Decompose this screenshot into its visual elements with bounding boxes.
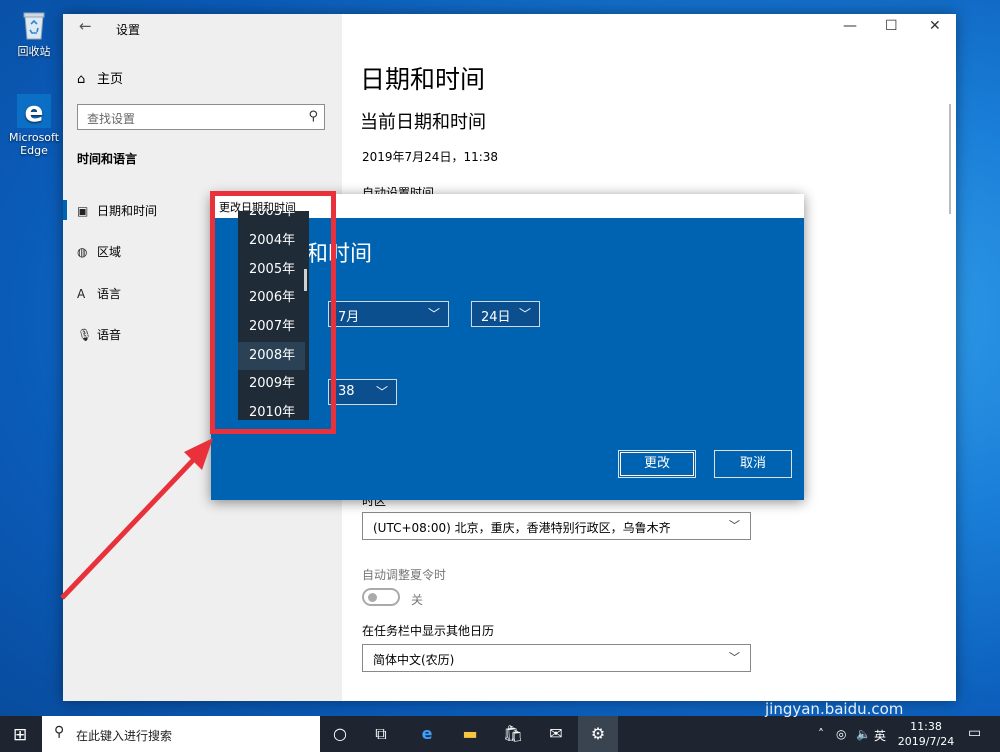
taskbar-clock[interactable]: 11:38 2019/7/24	[890, 719, 962, 749]
month-select[interactable]: 7月 ﹀	[328, 301, 449, 327]
task-view-icon[interactable]: ⧉	[366, 722, 396, 746]
window-title: 设置	[116, 23, 141, 37]
gear-icon: ⚙	[590, 724, 606, 743]
edge-icon[interactable]: e	[412, 722, 442, 746]
volume-icon[interactable]: 🔈	[856, 727, 871, 741]
search-placeholder: 查找设置	[87, 112, 136, 126]
search-icon: ⚲	[308, 109, 318, 124]
month-value: 7月	[338, 310, 360, 325]
section-title: 时间和语言	[77, 152, 138, 166]
search-icon: ⚲	[54, 724, 65, 740]
chevron-down-icon: ﹀	[729, 519, 740, 532]
file-explorer-icon[interactable]: ▬	[455, 722, 485, 746]
store-icon[interactable]: 🛍	[498, 722, 528, 746]
microphone-icon: 🎙	[77, 328, 93, 342]
settings-taskbar-button[interactable]: ⚙	[578, 716, 618, 752]
selected-indicator	[63, 200, 67, 220]
day-value: 24日	[481, 310, 511, 325]
annotation-box	[210, 191, 336, 434]
chevron-down-icon: ﹀	[518, 307, 531, 321]
taskbar-search-placeholder: 在此键入进行搜索	[76, 729, 173, 743]
taskbar-search-box[interactable]: ⚲ 在此键入进行搜索	[42, 716, 320, 752]
close-button[interactable]: ✕	[929, 18, 941, 34]
minute-value: 38	[338, 384, 355, 399]
clock-time: 11:38	[910, 720, 942, 733]
chevron-down-icon: ﹀	[729, 651, 740, 664]
current-datetime: 2019年7月24日，11:38	[362, 150, 499, 164]
nav-home[interactable]: ⌂ 主页	[77, 68, 123, 87]
dst-label: 自动调整夏令时	[362, 568, 447, 582]
scrollbar[interactable]	[949, 104, 951, 214]
chevron-up-icon[interactable]: ˄	[818, 727, 824, 741]
current-datetime-heading: 当前日期和时间	[360, 112, 486, 133]
cortana-icon[interactable]: ○	[325, 722, 355, 746]
day-select[interactable]: 24日 ﹀	[471, 301, 540, 327]
recycle-bin-icon	[17, 8, 51, 42]
sidebar-item-label: 区域	[97, 245, 122, 259]
chevron-down-icon: ﹀	[427, 307, 440, 321]
back-arrow-icon[interactable]: ←	[79, 17, 92, 35]
calendar-value: 简体中文(农历)	[373, 653, 455, 667]
sidebar-item-region[interactable]: ◍ 区域	[77, 243, 121, 260]
mail-icon[interactable]: ✉	[541, 722, 571, 746]
calendar-clock-icon: ▣	[77, 204, 89, 218]
maximize-button[interactable]: ☐	[885, 18, 898, 34]
cancel-button[interactable]: 取消	[714, 450, 792, 478]
svg-text:e: e	[25, 95, 44, 128]
edge-icon: e	[17, 94, 51, 128]
windows-start-icon[interactable]: ⊞	[13, 725, 27, 745]
sidebar-item-label: 语音	[97, 328, 122, 342]
calendar-label: 在任务栏中显示其他日历	[362, 624, 495, 638]
language-icon: A	[77, 287, 86, 301]
sidebar-item-date-time[interactable]: ▣ 日期和时间	[77, 202, 157, 219]
timezone-value: (UTC+08:00) 北京，重庆，香港特别行政区，乌鲁木齐	[373, 521, 671, 535]
taskbar: ⊞ ⚲ 在此键入进行搜索 ○ ⧉ e ▬ 🛍 ✉ ⚙ ˄ ◎ 🔈 英 11:38…	[0, 716, 1000, 752]
settings-search-box[interactable]: 查找设置 ⚲	[77, 104, 325, 130]
recycle-bin-shortcut[interactable]: 回收站	[6, 8, 62, 58]
minimize-button[interactable]: —	[843, 18, 857, 34]
sidebar-item-speech[interactable]: 🎙 语音	[77, 326, 121, 343]
minute-select[interactable]: 38 ﹀	[328, 379, 397, 405]
sidebar-item-label: 语言	[97, 287, 122, 301]
calendar-select[interactable]: 简体中文(农历) ﹀	[362, 644, 751, 672]
ime-indicator[interactable]: 英	[874, 727, 886, 744]
dst-state: 关	[411, 593, 424, 607]
globe-icon: ◍	[77, 245, 88, 259]
watermark-url: jingyan.baidu.com	[765, 700, 904, 718]
notification-icon[interactable]: ▭	[968, 725, 981, 741]
chevron-down-icon: ﹀	[375, 385, 388, 399]
edge-label: Microsoft Edge	[8, 131, 60, 157]
page-title: 日期和时间	[360, 65, 486, 94]
change-button[interactable]: 更改	[618, 450, 696, 478]
network-icon[interactable]: ◎	[836, 727, 846, 741]
toggle-knob	[368, 593, 377, 602]
sidebar-item-label: 日期和时间	[97, 204, 158, 218]
sidebar-item-language[interactable]: A 语言	[77, 285, 121, 302]
dst-toggle[interactable]	[362, 588, 400, 606]
edge-shortcut[interactable]: e Microsoft Edge	[6, 94, 62, 157]
home-icon: ⌂	[77, 72, 86, 87]
recycle-bin-label: 回收站	[17, 45, 51, 58]
nav-home-label: 主页	[97, 72, 124, 87]
clock-date: 2019/7/24	[897, 735, 955, 748]
timezone-select[interactable]: (UTC+08:00) 北京，重庆，香港特别行政区，乌鲁木齐 ﹀	[362, 512, 751, 540]
